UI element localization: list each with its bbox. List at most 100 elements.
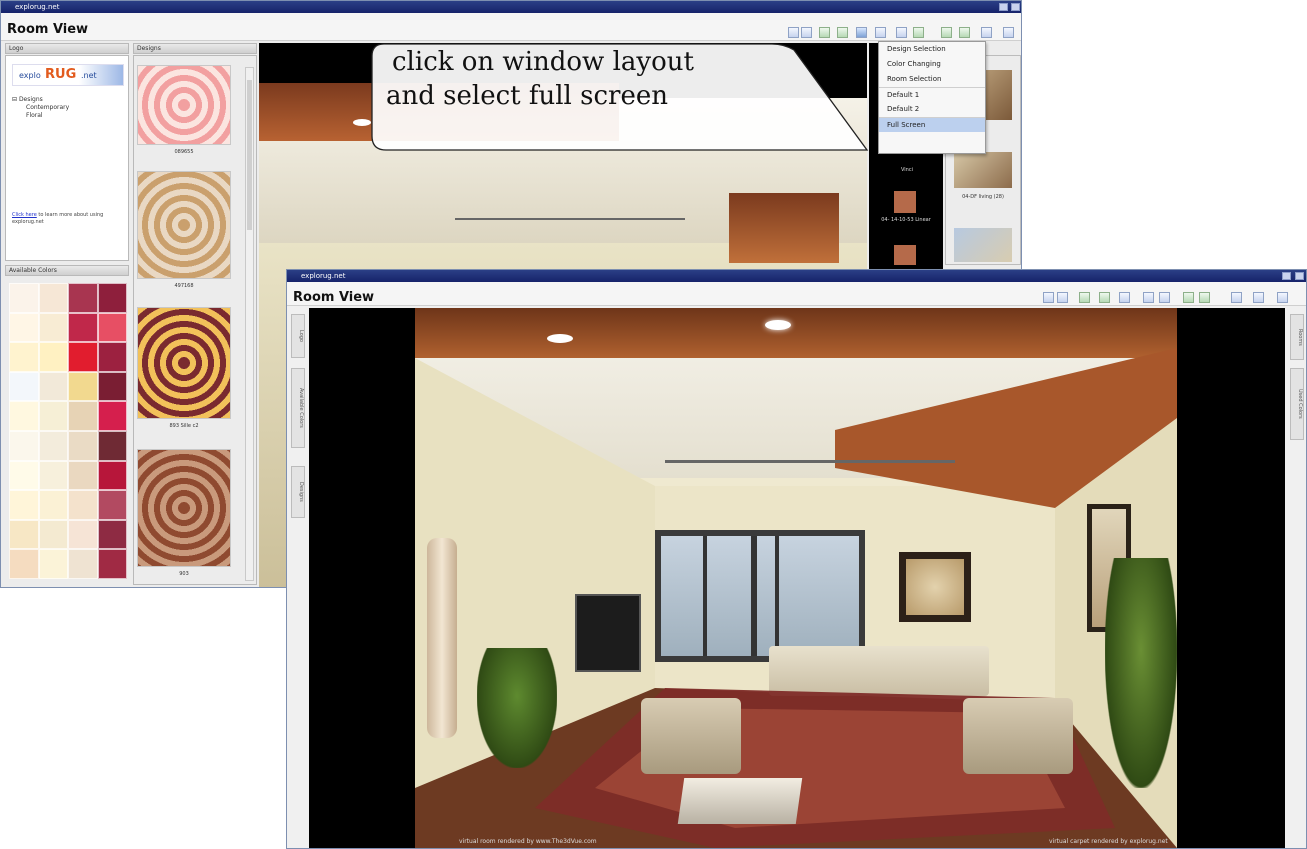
color-swatch[interactable] [38, 371, 68, 402]
tree-item[interactable]: Floral [12, 112, 69, 120]
color-swatch[interactable] [97, 549, 127, 579]
toolbar-button[interactable] [913, 27, 924, 38]
color-swatch[interactable] [38, 460, 68, 491]
color-swatch[interactable] [68, 460, 98, 491]
toolbar-button[interactable] [941, 27, 952, 38]
color-swatch[interactable] [9, 460, 39, 491]
toolbar-button[interactable] [1003, 27, 1014, 38]
color-swatch[interactable] [38, 549, 68, 579]
toolbar-button[interactable] [1143, 292, 1154, 303]
designs-scrollbar[interactable] [245, 67, 254, 581]
close-icon[interactable] [1011, 3, 1020, 11]
logo-panel-header: Logo [5, 43, 129, 54]
color-swatch[interactable] [38, 283, 68, 313]
toolbar-button[interactable] [896, 27, 907, 38]
plant [1105, 558, 1177, 788]
room-interior [415, 308, 1177, 848]
color-swatch[interactable] [68, 490, 98, 520]
tab-used-colors[interactable]: Used Colors [1290, 368, 1304, 440]
toolbar-button[interactable] [1183, 292, 1194, 303]
room-thumb[interactable] [954, 228, 1012, 262]
toolbar-button[interactable] [1199, 292, 1210, 303]
toolbar-button[interactable] [1277, 292, 1288, 303]
back-right-label: 04- 14-10-53 Linear [881, 217, 931, 223]
color-swatch[interactable] [9, 519, 39, 550]
tab-logo[interactable]: Logo [291, 314, 305, 358]
color-swatch[interactable] [68, 342, 98, 372]
color-swatch[interactable] [68, 401, 98, 431]
color-swatch[interactable] [97, 490, 127, 520]
color-swatch[interactable] [9, 431, 39, 461]
toolbar-button[interactable] [1057, 292, 1068, 303]
toolbar-button[interactable] [1253, 292, 1264, 303]
color-swatch[interactable] [68, 519, 98, 550]
toolbar-button[interactable] [959, 27, 970, 38]
design-thumbnail[interactable] [137, 307, 231, 419]
tree-root[interactable]: ⊟ Designs [12, 96, 69, 104]
help-note: Click here to learn more about using exp… [12, 212, 104, 225]
color-swatch[interactable] [9, 283, 39, 313]
color-swatch[interactable] [38, 490, 68, 520]
color-swatch[interactable] [9, 312, 39, 343]
color-swatch[interactable] [38, 519, 68, 550]
back-right-color-swatch[interactable] [894, 191, 916, 213]
logo-panel-title: Logo [9, 45, 24, 52]
color-swatch[interactable] [38, 401, 68, 431]
front-app-title: Room View [293, 290, 375, 305]
back-right-color-swatch[interactable] [894, 245, 916, 265]
scroll-thumb[interactable] [247, 80, 252, 230]
color-swatch[interactable] [38, 312, 68, 343]
toolbar-button[interactable] [1159, 292, 1170, 303]
design-thumbnail[interactable] [137, 449, 231, 567]
colors-panel-title: Available Colors [9, 267, 57, 274]
color-swatch[interactable] [9, 490, 39, 520]
color-swatch[interactable] [38, 342, 68, 372]
menu-item-default-1[interactable]: Default 1 [879, 87, 985, 102]
color-swatch[interactable] [97, 401, 127, 431]
tab-designs[interactable]: Designs [291, 466, 305, 518]
toolbar-button[interactable] [981, 27, 992, 38]
toolbar-button[interactable] [1231, 292, 1242, 303]
color-swatch[interactable] [38, 431, 68, 461]
zoom-icon[interactable] [1079, 292, 1090, 303]
color-swatch-grid [9, 283, 127, 579]
color-swatch[interactable] [68, 549, 98, 579]
rotate-icon[interactable] [1099, 292, 1110, 303]
menu-item-design-selection[interactable]: Design Selection [879, 42, 985, 57]
design-label: 893 Sille c2 [169, 423, 199, 429]
color-swatch[interactable] [97, 460, 127, 491]
color-swatch[interactable] [97, 431, 127, 461]
armchair [963, 698, 1073, 774]
menu-item-default-2[interactable]: Default 2 [879, 102, 985, 117]
menu-item-room-selection[interactable]: Room Selection [879, 72, 985, 87]
minimize-icon[interactable] [1282, 272, 1291, 280]
minimize-icon[interactable] [999, 3, 1008, 11]
tree-item[interactable]: Contemporary [12, 104, 69, 112]
design-thumbnail[interactable] [137, 65, 231, 145]
color-swatch[interactable] [9, 401, 39, 431]
design-thumbnail[interactable] [137, 171, 231, 279]
help-link[interactable]: Click here [12, 212, 37, 218]
color-swatch[interactable] [9, 371, 39, 402]
color-swatch[interactable] [9, 549, 39, 579]
color-swatch[interactable] [68, 312, 98, 343]
color-swatch[interactable] [97, 312, 127, 343]
close-icon[interactable] [1295, 272, 1304, 280]
back-track-light [455, 218, 685, 220]
window-layout-icon[interactable] [1119, 292, 1130, 303]
color-swatch[interactable] [97, 342, 127, 372]
menu-item-full-screen[interactable]: Full Screen [879, 117, 985, 132]
toolbar-button[interactable] [1043, 292, 1054, 303]
room-thumb[interactable] [954, 152, 1012, 188]
room-view: virtual room rendered by www.The3dVue.co… [309, 308, 1285, 848]
color-swatch[interactable] [97, 519, 127, 550]
color-swatch[interactable] [9, 342, 39, 372]
color-swatch[interactable] [68, 431, 98, 461]
color-swatch[interactable] [68, 283, 98, 313]
color-swatch[interactable] [97, 283, 127, 313]
menu-item-color-changing[interactable]: Color Changing [879, 57, 985, 72]
color-swatch[interactable] [97, 371, 127, 402]
tab-rooms[interactable]: Rooms [1290, 314, 1304, 360]
color-swatch[interactable] [68, 371, 98, 402]
tab-available-colors[interactable]: Available Colors [291, 368, 305, 448]
